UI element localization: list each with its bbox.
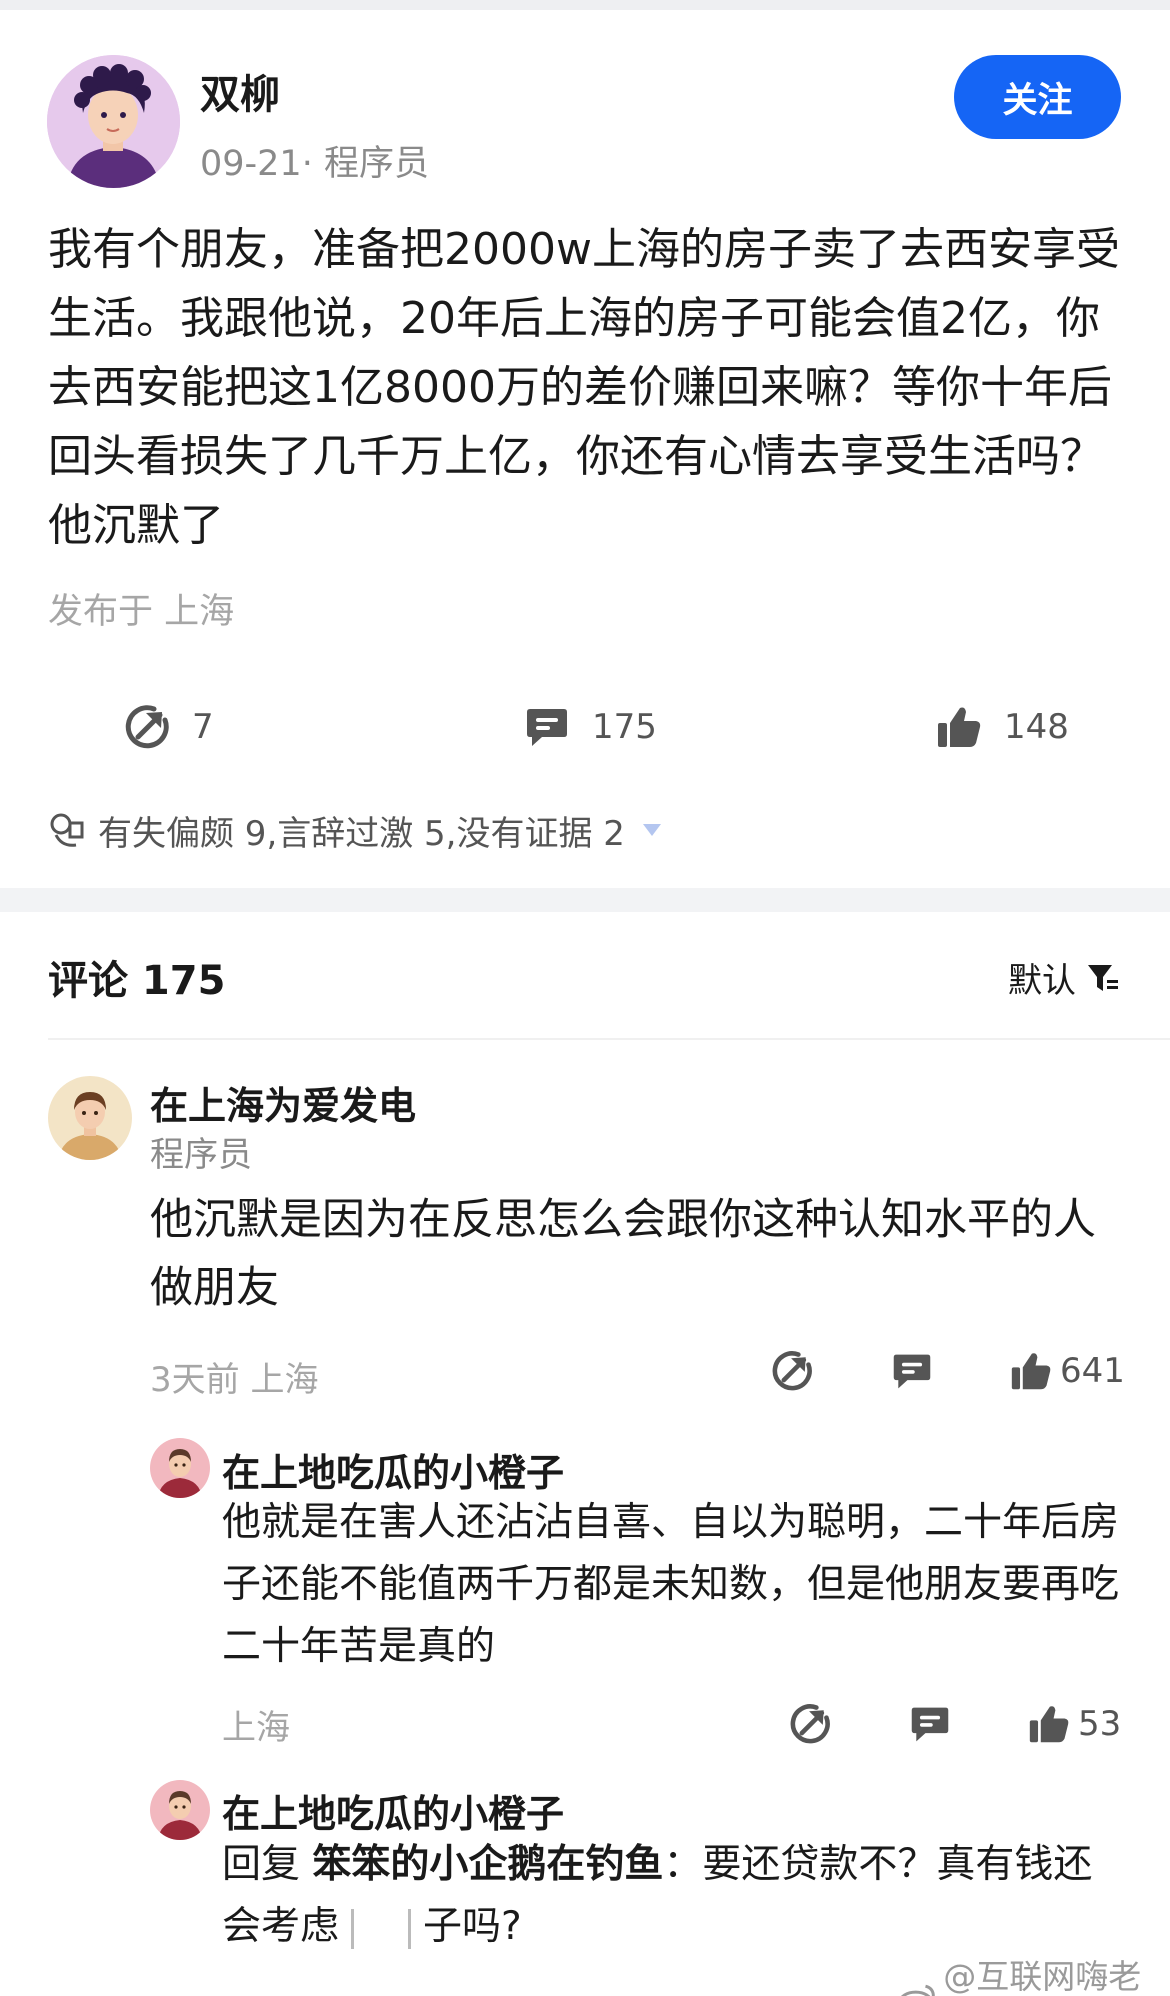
commenter-avatar[interactable] [48, 1076, 132, 1160]
comment-icon [527, 709, 567, 746]
replier-name[interactable]: 在上地吃瓜的小橙子 [222, 1442, 564, 1497]
reply-target-name[interactable]: 笨笨的小企鹅在钓鱼 [312, 1842, 663, 1887]
comment-text: 他沉默是因为在反思怎么会跟你这种认知水平的人做朋友 [150, 1195, 1096, 1313]
forward-icon[interactable] [771, 1350, 813, 1392]
censored-text [351, 1908, 412, 1949]
thumbs-up-icon [938, 707, 981, 747]
comment-icon[interactable] [909, 1703, 951, 1745]
content-rating[interactable]: 有失偏颇 9,言辞过激 5,没有证据 2 [48, 805, 661, 855]
comment-meta: 3天前 上海 [150, 1360, 319, 1400]
expand-caret-icon[interactable] [642, 824, 661, 836]
reply-text: 他就是在害人还沾沾自喜、自以为聪明，二十年后房子还能不能值两千万都是未知数，但是… [222, 1500, 1120, 1669]
comment-icon[interactable] [891, 1350, 933, 1392]
reply-prefix: 回复 [222, 1842, 313, 1887]
forward-count: 7 [192, 707, 214, 747]
comment-like-button[interactable]: 641 [1010, 1350, 1125, 1392]
author-name[interactable]: 双柳 [200, 62, 280, 120]
like-count: 148 [1004, 707, 1069, 747]
like-button[interactable]: 148 [936, 700, 1069, 754]
post-meta: 09-21· 程序员 [200, 144, 429, 184]
post-location: 发布于 上海 [48, 592, 235, 632]
replier-avatar[interactable] [150, 1780, 210, 1840]
divider [48, 1038, 1170, 1040]
forward-icon [125, 705, 169, 749]
comment-like-count: 641 [1060, 1351, 1125, 1391]
sort-dropdown[interactable]: 默认 [1008, 953, 1120, 1002]
reply-meta: 上海 [222, 1708, 290, 1748]
watermark: @互联网嗨老板 [898, 1950, 1170, 1996]
reply-like-button[interactable]: 53 [1028, 1703, 1121, 1745]
commenter-name[interactable]: 在上海为爱发电 [150, 1075, 416, 1130]
sort-label: 默认 [1008, 961, 1076, 1001]
weibo-logo-icon [901, 1984, 935, 1996]
reply-text: 回复 笨笨的小企鹅在钓鱼：要还贷款不？真有钱还会考虑 子吗? [222, 1834, 1122, 1958]
commenter-tag: 程序员 [150, 1135, 252, 1175]
post-body: 我有个朋友，准备把2000w上海的房子卖了去西安享受生活。我跟他说，20年后上海… [48, 224, 1120, 551]
comment-count: 175 [592, 707, 657, 747]
filter-icon [1088, 964, 1118, 991]
reply-text-part: 子吗? [423, 1904, 522, 1949]
forward-button[interactable]: 7 [124, 700, 214, 754]
forward-icon[interactable] [789, 1703, 831, 1745]
thumbs-up-icon [1029, 1706, 1069, 1743]
reply-like-count: 53 [1078, 1704, 1122, 1744]
section-separator [0, 888, 1170, 912]
rating-text: 有失偏颇 9,言辞过激 5,没有证据 2 [98, 813, 625, 854]
comments-title: 评论 175 [48, 958, 226, 1004]
follow-button[interactable]: 关注 [954, 55, 1121, 139]
replier-avatar[interactable] [150, 1438, 210, 1498]
replier-name[interactable]: 在上地吃瓜的小橙子 [222, 1783, 564, 1838]
rating-icon [50, 813, 84, 847]
thumbs-up-icon [1011, 1353, 1051, 1390]
top-band [0, 0, 1170, 10]
author-avatar[interactable] [47, 55, 180, 188]
comment-button[interactable]: 175 [524, 700, 657, 754]
watermark-text: @互联网嗨老板 [943, 1957, 1142, 1996]
